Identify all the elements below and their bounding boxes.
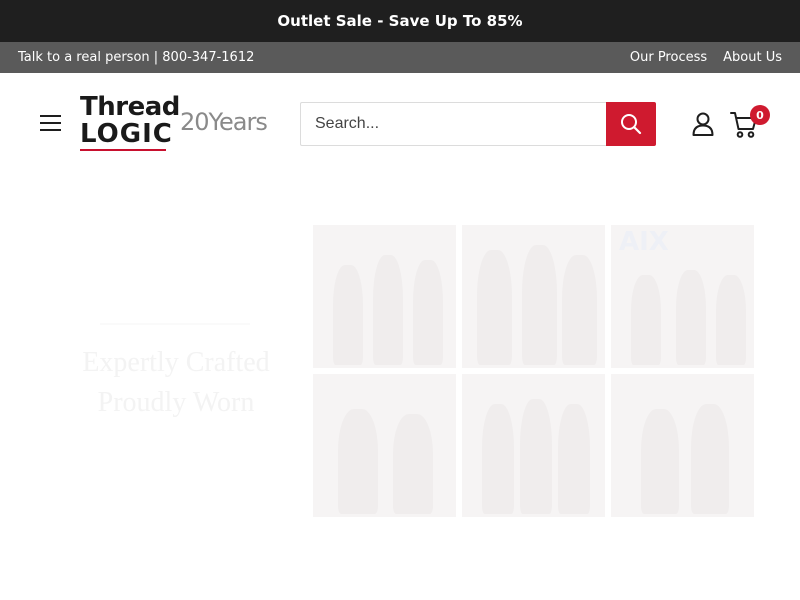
- hero-photo-collage: AIX: [313, 225, 755, 517]
- account-icon[interactable]: [692, 112, 714, 136]
- search-input[interactable]: [300, 102, 607, 146]
- collage-photo-3: AIX: [611, 225, 754, 368]
- collage-photo-4: [313, 374, 456, 517]
- collage-photo-5: [462, 374, 605, 517]
- hero-heading-line-2: Proudly Worn: [97, 387, 255, 418]
- logo-line-2: LOGIC: [80, 119, 173, 149]
- our-process-link[interactable]: Our Process: [630, 50, 707, 65]
- site-header: Thread LOGIC 20Years 0: [0, 73, 800, 173]
- contact-info[interactable]: Talk to a real person | 800-347-1612: [18, 50, 254, 65]
- collage-photo-3-text: AIX: [619, 227, 669, 257]
- menu-icon[interactable]: [40, 113, 61, 132]
- search-button[interactable]: [606, 102, 656, 146]
- utility-bar: Talk to a real person | 800-347-1612 Our…: [0, 42, 800, 73]
- promo-bar[interactable]: Outlet Sale - Save Up To 85%: [0, 0, 800, 42]
- utility-links: Our Process About Us: [630, 50, 782, 65]
- collage-photo-6: [611, 374, 754, 517]
- cart-count-badge: 0: [750, 105, 770, 125]
- search-form: [300, 102, 656, 146]
- hero-banner[interactable]: Expertly Crafted Proudly Worn AIX: [0, 173, 800, 563]
- site-logo[interactable]: Thread LOGIC 20Years: [80, 93, 270, 155]
- logo-line-1: Thread: [80, 92, 180, 122]
- logo-underline: [80, 149, 166, 151]
- collage-photo-1: [313, 225, 456, 368]
- hero-heading-line-1: Expertly Crafted: [82, 347, 270, 378]
- hero-divider: [100, 323, 250, 325]
- search-icon: [621, 114, 642, 135]
- logo-years: 20Years: [180, 108, 268, 136]
- about-us-link[interactable]: About Us: [723, 50, 782, 65]
- collage-photo-2: [462, 225, 605, 368]
- hero-heading: Expertly Crafted Proudly Worn: [46, 343, 306, 423]
- promo-text[interactable]: Outlet Sale - Save Up To 85%: [277, 12, 522, 30]
